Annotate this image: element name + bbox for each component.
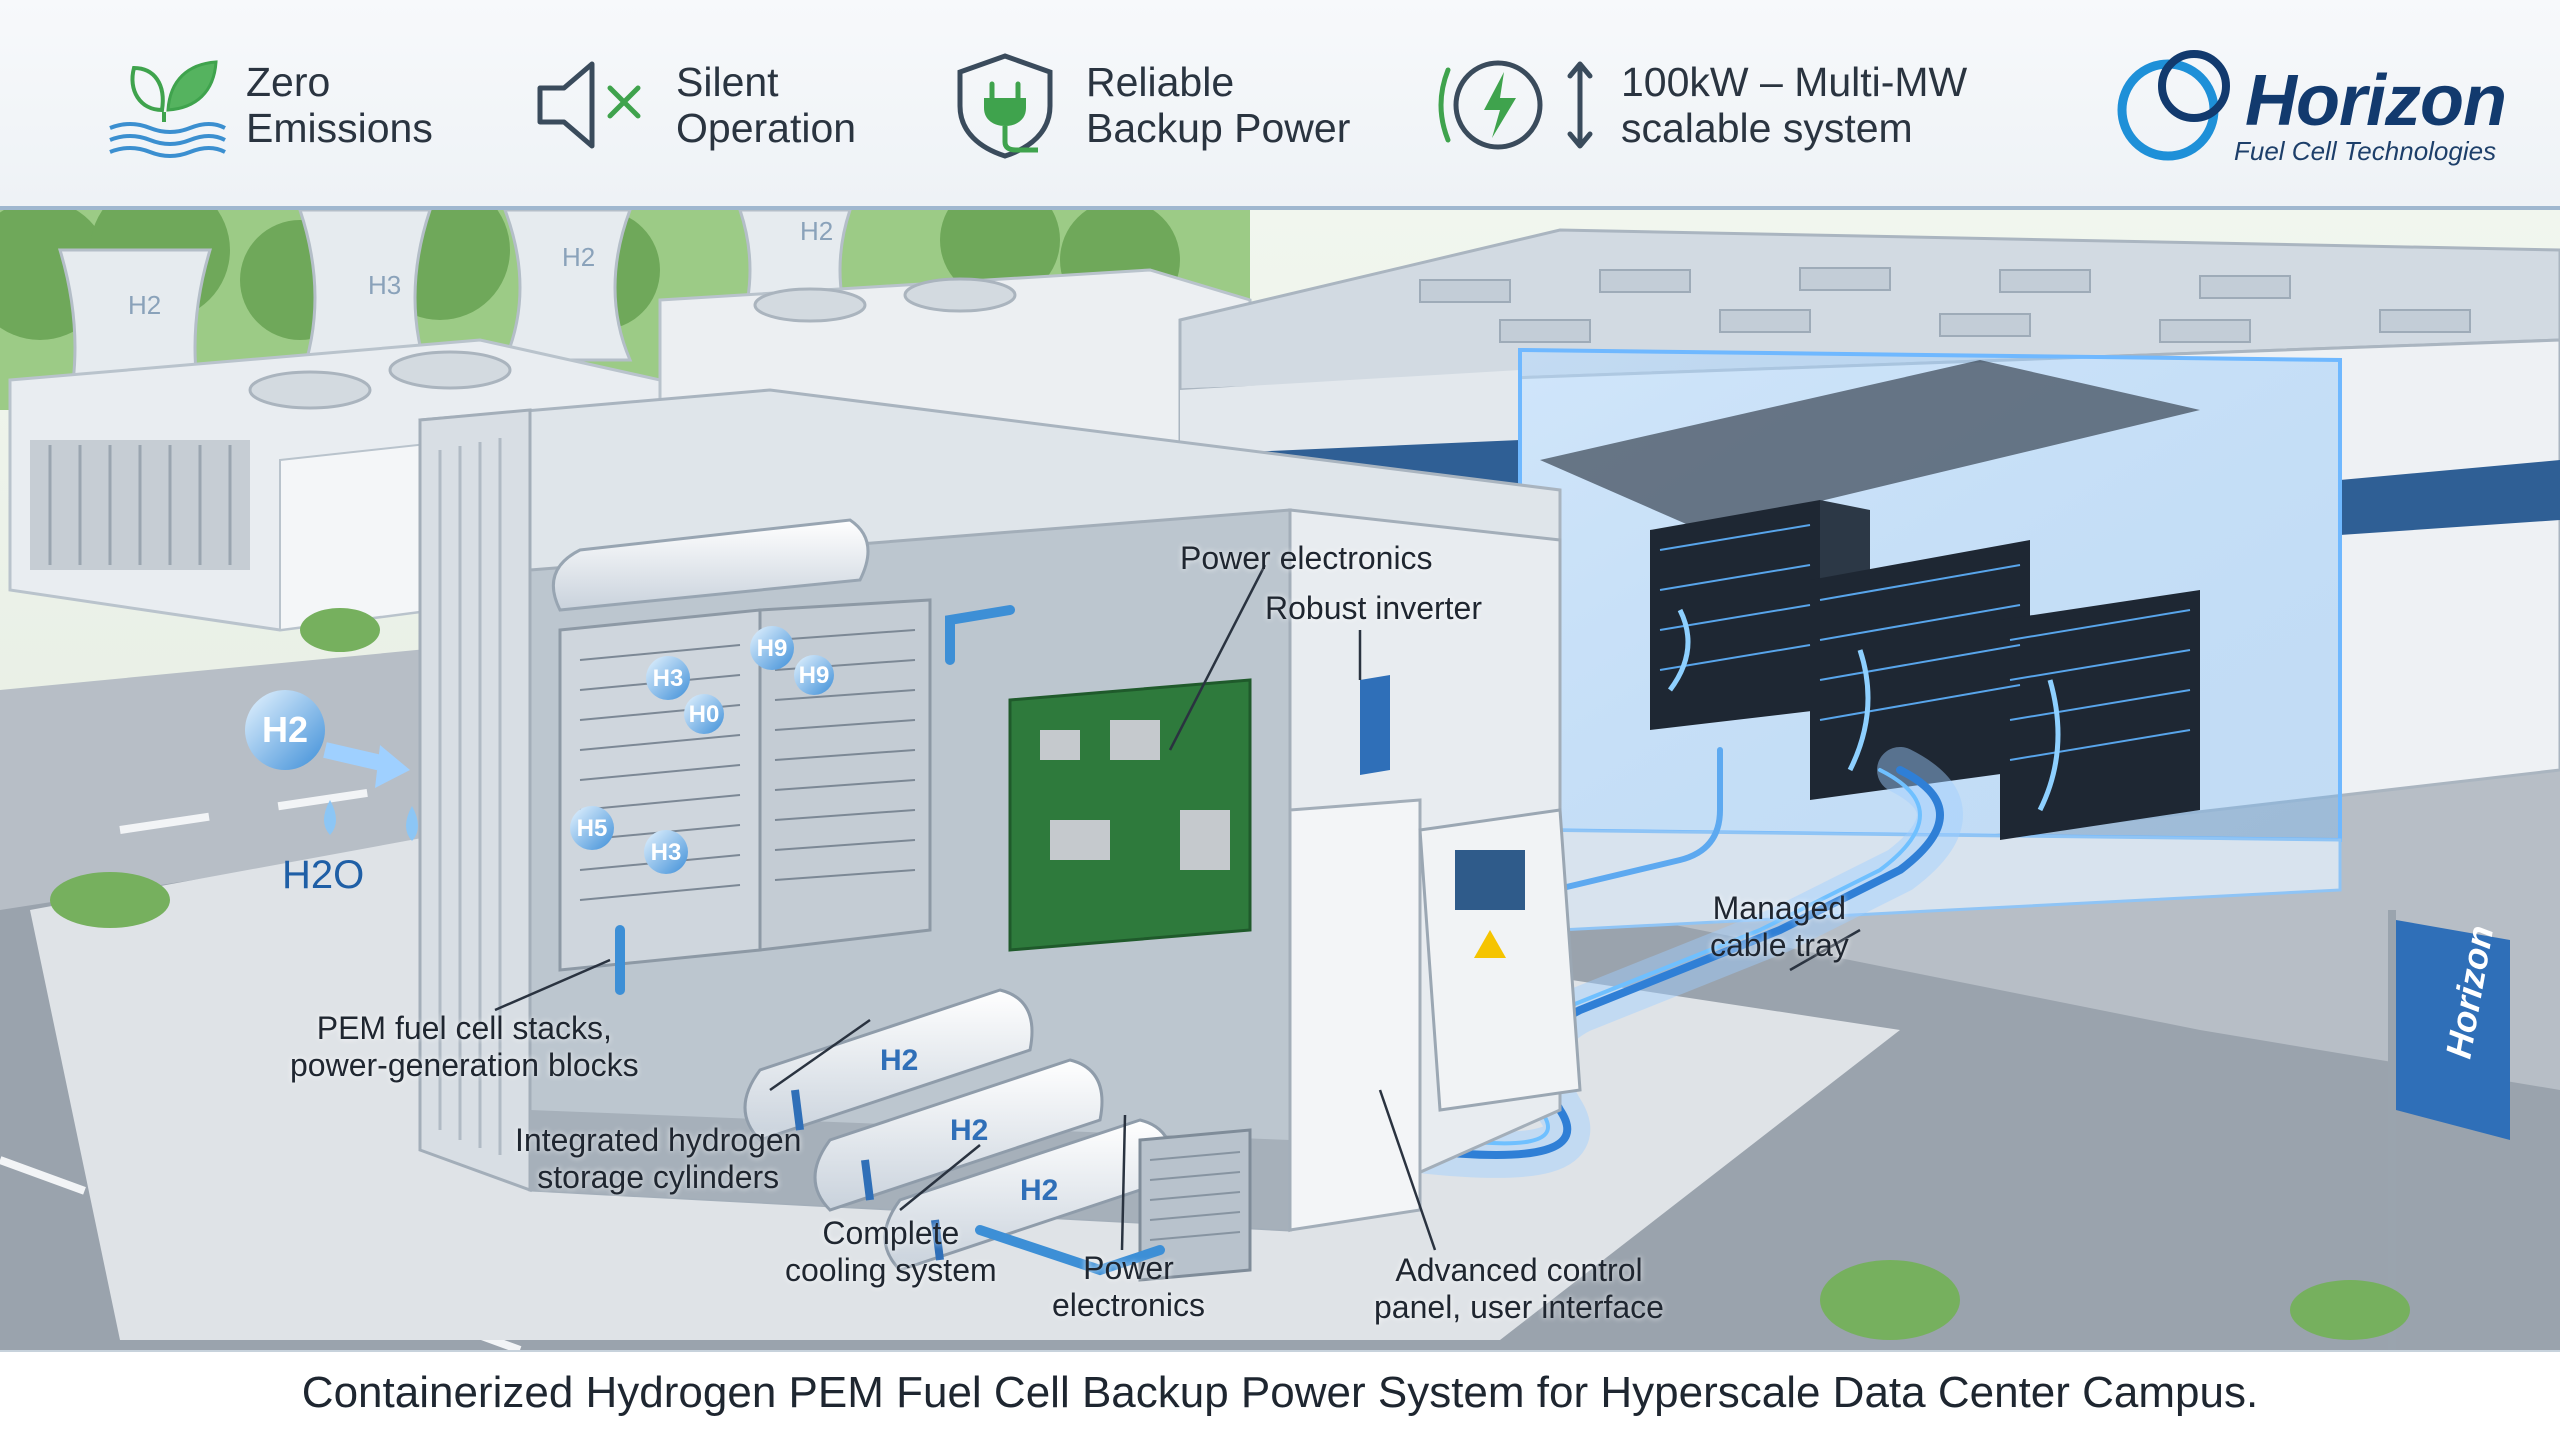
- cylinder-label: H2: [950, 1114, 988, 1147]
- tower-label: H3: [368, 270, 401, 300]
- logo-subtitle: Fuel Cell Technologies: [2234, 136, 2497, 166]
- diagram-caption: Containerized Hydrogen PEM Fuel Cell Bac…: [301, 1368, 2259, 1417]
- callout-line: power-generation blocks: [290, 1047, 639, 1083]
- power-scale-icon: [1438, 60, 1593, 150]
- h2-label: H2: [262, 709, 308, 750]
- callout-power-electronics-top: Power electronics: [1180, 540, 1433, 576]
- feature-line1: Silent: [676, 59, 779, 105]
- caption-bar: Containerized Hydrogen PEM Fuel Cell Bac…: [0, 1350, 2560, 1434]
- callout-line: Power: [1083, 1250, 1174, 1286]
- callout-power-electronics-bottom: Power electronics: [1052, 1250, 1205, 1324]
- feature-banner: Zero Emissions Silent Operation Reliable…: [0, 0, 2560, 210]
- bubble-label: H3: [653, 665, 684, 692]
- bubble-label: H9: [757, 635, 788, 662]
- bubble-label: H5: [577, 815, 608, 842]
- callout-pem-stacks: PEM fuel cell stacks, power-generation b…: [290, 1010, 639, 1084]
- callout-line: Advanced control: [1395, 1252, 1643, 1288]
- feature-reliable-backup: Reliable Backup Power: [940, 50, 1350, 160]
- tower-label: H2: [562, 242, 595, 272]
- speaker-mute-icon: [537, 61, 641, 149]
- h2o-label: H2O: [282, 853, 364, 897]
- callout-storage-cylinders: Integrated hydrogen storage cylinders: [515, 1122, 801, 1196]
- cylinder-label: H2: [880, 1044, 918, 1077]
- callout-line: Integrated hydrogen: [515, 1122, 802, 1158]
- callout-cooling-system: Complete cooling system: [785, 1215, 997, 1289]
- callout-robust-inverter: Robust inverter: [1265, 590, 1482, 626]
- leaf-water-icon: [109, 60, 226, 158]
- callout-line: cooling system: [785, 1252, 997, 1288]
- bubble-label: H0: [689, 701, 720, 728]
- cylinder-label: H2: [1020, 1174, 1058, 1207]
- callout-control-panel: Advanced control panel, user interface: [1374, 1252, 1664, 1326]
- data-center-scene: H2 H3 H2 H2 H2 H2 H2 H3 H9 H9 H0 H5 H3 H…: [0, 210, 2560, 1350]
- tower-label: H2: [128, 290, 161, 320]
- feature-line2: scalable system: [1621, 105, 1913, 151]
- logo-rings-icon: [2117, 50, 2230, 161]
- tower-label: H2: [800, 216, 833, 246]
- feature-line2: Backup Power: [1086, 105, 1351, 151]
- callout-line: PEM fuel cell stacks,: [316, 1010, 612, 1046]
- shield-plug-icon: [957, 53, 1053, 159]
- callout-managed-cable-tray: Managed cable tray: [1710, 890, 1849, 964]
- feature-line1: 100kW – Multi-MW: [1621, 59, 1968, 105]
- callout-line: Complete: [822, 1215, 960, 1251]
- feature-line1: Zero: [246, 59, 331, 105]
- feature-scalable: 100kW – Multi-MW scalable system: [1430, 50, 1967, 160]
- callout-line: cable tray: [1710, 927, 1849, 963]
- callout-line: electronics: [1052, 1287, 1205, 1323]
- callout-line: Managed: [1712, 890, 1847, 926]
- feature-silent-operation: Silent Operation: [530, 50, 856, 160]
- feature-line2: Operation: [676, 105, 857, 151]
- feature-zero-emissions: Zero Emissions: [100, 50, 433, 160]
- bubble-label: H9: [799, 662, 830, 689]
- callout-line: storage cylinders: [537, 1159, 780, 1195]
- horizon-logo: Horizon Fuel Cell Technologies: [2110, 34, 2520, 174]
- callout-line: panel, user interface: [1374, 1289, 1664, 1325]
- logo-name: Horizon: [2245, 61, 2507, 141]
- scene-illustration: H2 H3 H2 H2 H2 H2 H2 H3 H9 H9 H0 H5 H3 H…: [0, 210, 2560, 1350]
- feature-line1: Reliable: [1086, 59, 1235, 105]
- bubble-label: H3: [651, 839, 682, 866]
- feature-line2: Emissions: [246, 105, 433, 151]
